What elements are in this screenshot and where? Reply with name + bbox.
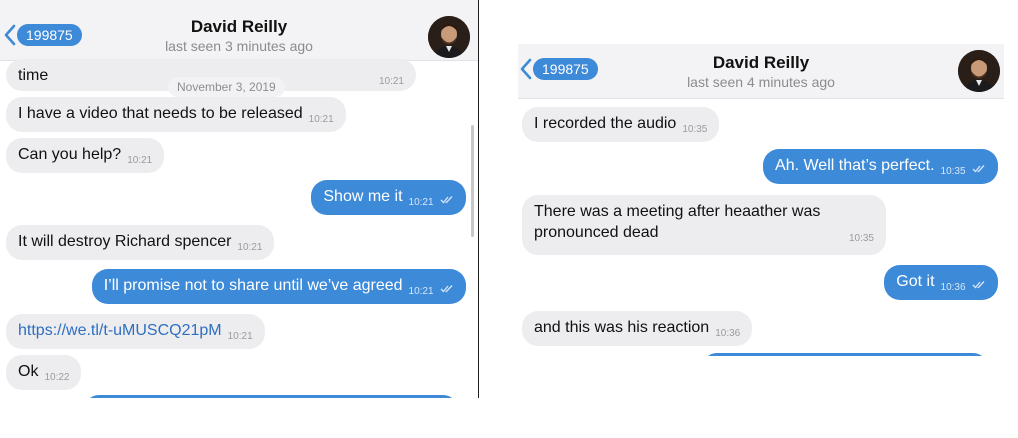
double-check-icon bbox=[972, 281, 985, 289]
contact-name: David Reilly bbox=[190, 17, 288, 36]
message-bubble-outgoing-partial[interactable] bbox=[84, 395, 458, 398]
message-time: 10:36 bbox=[715, 328, 741, 339]
message-time: 10:21 bbox=[127, 155, 153, 166]
message-bubble-multiline[interactable]: There was a meeting after heaather was p… bbox=[522, 195, 886, 255]
message-list[interactable]: I recorded the audio 10:35 Ah. Well that’… bbox=[518, 99, 1004, 356]
double-check-icon bbox=[440, 285, 453, 293]
last-seen-status: last seen 4 minutes ago bbox=[687, 74, 835, 90]
message-time: 10:36 bbox=[940, 282, 966, 293]
date-separator: November 3, 2019 bbox=[168, 77, 285, 97]
message-text: Got it bbox=[896, 273, 935, 290]
message-text: time bbox=[18, 67, 49, 84]
message-time: 10:21 bbox=[237, 242, 263, 253]
scrollbar[interactable] bbox=[471, 125, 474, 237]
avatar-image bbox=[958, 50, 1000, 92]
message-bubble-outgoing[interactable]: I’ll promise not to share until we’ve ag… bbox=[91, 269, 466, 304]
message-text: I recorded the audio bbox=[534, 115, 677, 132]
message-text-line-1: There was a meeting after heaather was bbox=[534, 203, 821, 220]
message-bubble-outgoing-partial[interactable] bbox=[702, 353, 988, 356]
message-text: Ah. Well that’s perfect. bbox=[775, 157, 935, 174]
message-time: 10:35 bbox=[682, 124, 708, 135]
message-bubble[interactable]: https://we.tl/t-uMUSCQ21pM 10:21 bbox=[6, 314, 265, 349]
message-time: 10:35 bbox=[848, 233, 874, 244]
message-time: 10:21 bbox=[408, 197, 434, 208]
message-text-line-2: pronounced dead bbox=[534, 224, 659, 241]
message-bubble[interactable]: It will destroy Richard spencer 10:21 bbox=[6, 225, 275, 260]
double-check-icon bbox=[440, 196, 453, 204]
message-bubble-outgoing[interactable]: Got it 10:36 bbox=[884, 265, 998, 300]
chat-title[interactable]: David Reilly last seen 3 minutes ago bbox=[0, 16, 478, 55]
message-link[interactable]: https://we.tl/t-uMUSCQ21pM bbox=[18, 322, 222, 339]
message-bubble-outgoing[interactable]: Ah. Well that’s perfect. 10:35 bbox=[763, 149, 998, 184]
avatar-image bbox=[428, 16, 470, 58]
double-check-icon bbox=[972, 165, 985, 173]
message-time: 10:21 bbox=[378, 76, 404, 87]
message-text: I have a video that needs to be released bbox=[18, 105, 303, 122]
avatar[interactable] bbox=[958, 50, 1000, 92]
message-text: I’ll promise not to share until we’ve ag… bbox=[103, 277, 403, 294]
message-time: 10:21 bbox=[227, 331, 253, 342]
message-bubble[interactable]: Ok 10:22 bbox=[6, 355, 82, 390]
last-seen-status: last seen 3 minutes ago bbox=[165, 38, 313, 54]
message-time: 10:22 bbox=[44, 372, 70, 383]
message-text: and this was his reaction bbox=[534, 319, 710, 336]
message-bubble[interactable]: I recorded the audio 10:35 bbox=[522, 107, 720, 142]
message-time: 10:21 bbox=[408, 286, 434, 297]
chat-screenshot-left: 199875 David Reilly last seen 3 minutes … bbox=[0, 0, 479, 398]
message-bubble-outgoing[interactable]: Show me it 10:21 bbox=[311, 180, 466, 215]
message-list[interactable]: time 10:21 November 3, 2019 I have a vid… bbox=[0, 59, 478, 398]
message-text: It will destroy Richard spencer bbox=[18, 233, 232, 250]
message-time: 10:35 bbox=[940, 166, 966, 177]
message-bubble[interactable]: Can you help? 10:21 bbox=[6, 138, 165, 173]
message-text: Can you help? bbox=[18, 146, 122, 163]
message-text: Show me it bbox=[323, 188, 403, 205]
avatar[interactable] bbox=[428, 16, 470, 58]
chat-header: 199875 David Reilly last seen 4 minutes … bbox=[518, 44, 1004, 99]
chat-title[interactable]: David Reilly last seen 4 minutes ago bbox=[518, 52, 1004, 91]
message-bubble[interactable]: I have a video that needs to be released… bbox=[6, 97, 346, 132]
contact-name: David Reilly bbox=[712, 53, 810, 72]
chat-header: 199875 David Reilly last seen 3 minutes … bbox=[0, 0, 478, 61]
message-time: 10:21 bbox=[308, 114, 334, 125]
chat-screenshot-right: 199875 David Reilly last seen 4 minutes … bbox=[518, 44, 1004, 356]
message-text: Ok bbox=[18, 363, 39, 380]
message-bubble[interactable]: and this was his reaction 10:36 bbox=[522, 311, 753, 346]
